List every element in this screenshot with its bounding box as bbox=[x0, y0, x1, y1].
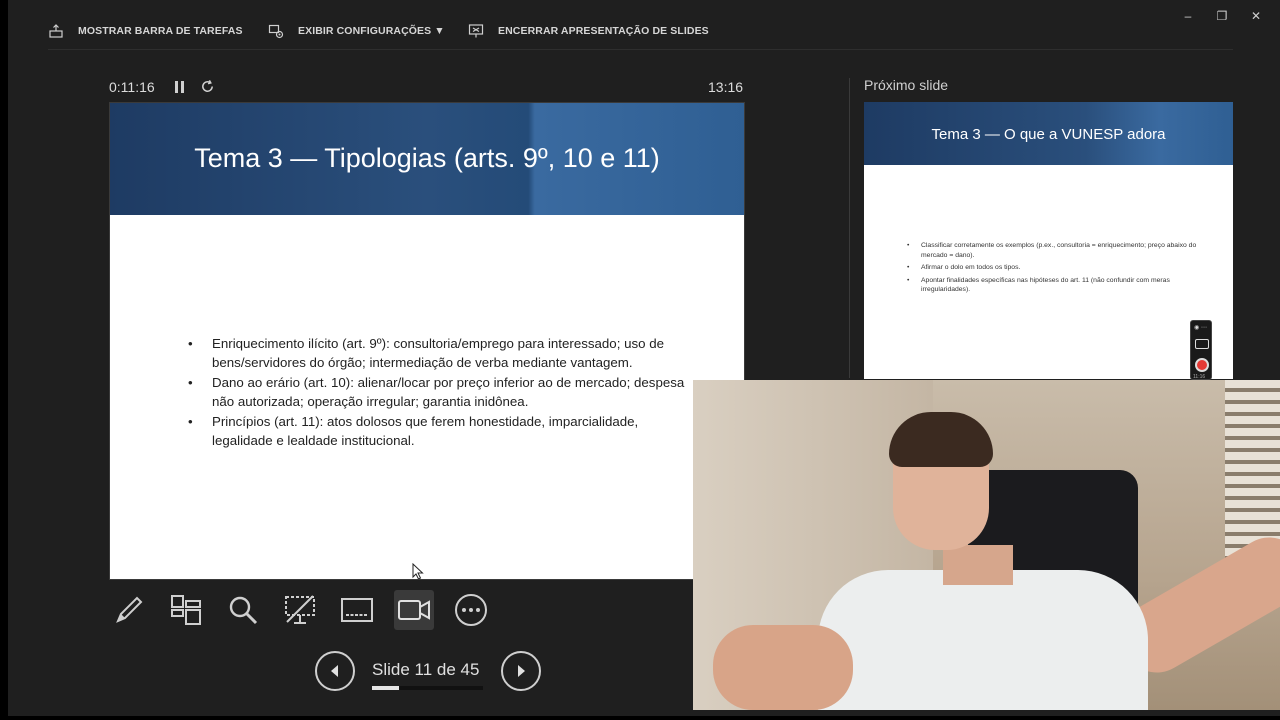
slide-progress-bar bbox=[372, 686, 483, 690]
slide-counter[interactable]: Slide 11 de 45 bbox=[372, 660, 479, 680]
next-slide-bullet: Apontar finalidades específicas nas hipó… bbox=[907, 276, 1197, 295]
presenter-view: MOSTRAR BARRA DE TAREFAS EXIBIR CONFIGUR… bbox=[8, 0, 1280, 716]
more-options-icon bbox=[455, 594, 487, 626]
zoom-button[interactable] bbox=[223, 590, 263, 630]
recorder-menu-icon[interactable]: ◉ ⋯ bbox=[1194, 324, 1207, 331]
arrow-left-icon bbox=[331, 665, 338, 677]
next-slide-preview[interactable]: Tema 3 — O que a VUNESP adora Classifica… bbox=[864, 102, 1233, 379]
close-button[interactable]: ✕ bbox=[1246, 6, 1266, 26]
webcam-presenter-shirt bbox=[818, 570, 1148, 710]
current-time: 13:16 bbox=[708, 79, 744, 95]
minimize-button[interactable]: – bbox=[1178, 6, 1198, 26]
show-taskbar-label: MOSTRAR BARRA DE TAREFAS bbox=[78, 25, 243, 37]
screenshot-camera-icon[interactable] bbox=[1195, 339, 1209, 349]
end-slideshow-label: ENCERRAR APRESENTAÇÃO DE SLIDES bbox=[498, 25, 709, 37]
all-slides-icon bbox=[171, 595, 201, 625]
more-options-button[interactable] bbox=[451, 590, 491, 630]
end-slideshow-button[interactable]: ENCERRAR APRESENTAÇÃO DE SLIDES bbox=[468, 20, 709, 42]
slide-bullet: Enriquecimento ilícito (art. 9º): consul… bbox=[188, 335, 688, 372]
show-taskbar-button[interactable]: MOSTRAR BARRA DE TAREFAS bbox=[48, 20, 243, 42]
next-slide-bullets: Classificar corretamente os exemplos (p.… bbox=[907, 241, 1197, 298]
camera-icon bbox=[398, 600, 430, 620]
pause-icon[interactable] bbox=[174, 80, 186, 94]
restore-icon: ❐ bbox=[1216, 9, 1228, 23]
previous-slide-button[interactable] bbox=[315, 651, 355, 691]
next-slide-bullet: Afirmar o dolo em todos os tipos. bbox=[907, 263, 1197, 273]
next-slide-label: Próximo slide bbox=[864, 77, 949, 93]
subtitles-button[interactable] bbox=[337, 590, 377, 630]
slide-bullet: Princípios (art. 11): atos dolosos que f… bbox=[188, 413, 688, 450]
slide-title: Tema 3 — Tipologias (arts. 9º, 10 e 11) bbox=[194, 143, 660, 173]
webcam-presenter-hand bbox=[713, 625, 853, 710]
taskbar-icon bbox=[49, 24, 63, 38]
zoom-icon bbox=[229, 596, 258, 625]
subtitles-icon bbox=[341, 598, 373, 622]
black-screen-button[interactable] bbox=[280, 590, 320, 630]
screen-recorder-widget[interactable]: ◉ ⋯ 11:16 bbox=[1190, 320, 1212, 380]
record-icon[interactable] bbox=[1195, 358, 1209, 372]
pen-tool-button[interactable] bbox=[109, 590, 149, 630]
display-settings-button[interactable]: EXIBIR CONFIGURAÇÕES ▼ bbox=[268, 20, 445, 42]
next-slide-title: Tema 3 — O que a VUNESP adora bbox=[931, 126, 1166, 143]
black-screen-icon bbox=[285, 595, 315, 624]
slide-progress-fill bbox=[372, 686, 400, 690]
current-slide[interactable]: Tema 3 — Tipologias (arts. 9º, 10 e 11) … bbox=[109, 102, 745, 580]
toolbar-divider bbox=[48, 49, 1233, 50]
webcam-feed bbox=[693, 380, 1280, 710]
next-slide-button[interactable] bbox=[501, 651, 541, 691]
arrow-right-icon bbox=[518, 665, 525, 677]
presenter-toolbar: MOSTRAR BARRA DE TAREFAS EXIBIR CONFIGUR… bbox=[8, 0, 1280, 50]
camera-toggle-button[interactable] bbox=[394, 590, 434, 630]
next-slide-bullet: Classificar corretamente os exemplos (p.… bbox=[907, 241, 1197, 260]
mouse-cursor-icon bbox=[412, 563, 424, 579]
webcam-presenter-neck bbox=[943, 545, 1013, 585]
slide-bullet: Dano ao erário (art. 10): alienar/locar … bbox=[188, 374, 688, 411]
slide-bullets: Enriquecimento ilícito (art. 9º): consul… bbox=[188, 335, 688, 452]
end-slideshow-icon bbox=[468, 24, 484, 38]
restore-button[interactable]: ❐ bbox=[1212, 6, 1232, 26]
see-all-slides-button[interactable] bbox=[166, 590, 206, 630]
display-settings-icon bbox=[268, 24, 284, 39]
close-icon: ✕ bbox=[1250, 9, 1262, 23]
pen-icon bbox=[116, 596, 143, 623]
minimize-icon: – bbox=[1184, 9, 1192, 23]
panel-divider bbox=[849, 78, 850, 378]
webcam-presenter-hair bbox=[889, 412, 993, 467]
display-settings-label: EXIBIR CONFIGURAÇÕES ▼ bbox=[298, 25, 445, 37]
presenter-tools bbox=[109, 590, 491, 630]
elapsed-timer: 0:11:16 bbox=[109, 79, 155, 95]
restart-timer-icon[interactable] bbox=[200, 79, 215, 94]
